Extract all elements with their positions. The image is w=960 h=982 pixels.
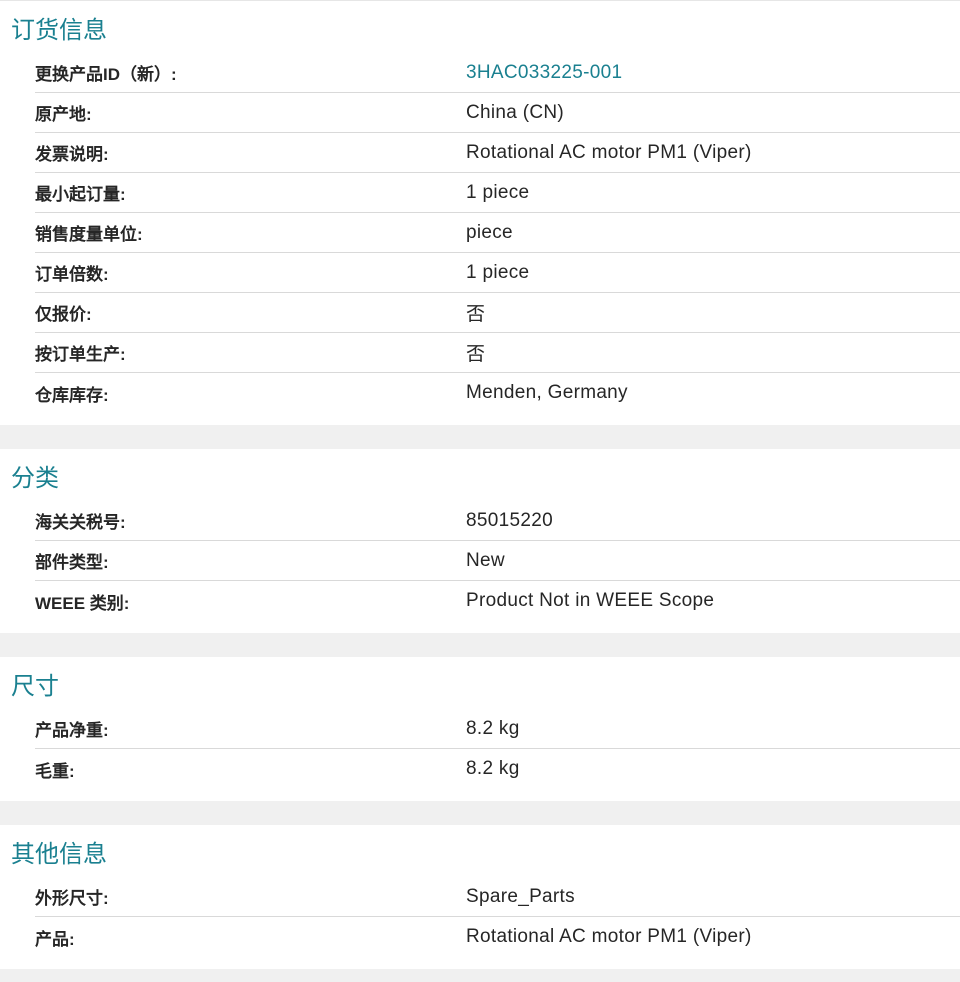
row-label: 按订单生产: [35, 345, 126, 364]
section-other-info: 其他信息 外形尺寸: Spare_Parts 产品: Rotational AC… [0, 825, 960, 969]
section-title: 分类 [11, 465, 59, 492]
section-dimensions: 尺寸 产品净重: 8.2 kg 毛重: 8.2 kg [0, 657, 960, 801]
replacement-product-link[interactable]: 3HAC033225-001 [466, 62, 622, 84]
row-value: 8.2 kg [466, 717, 520, 739]
info-row-made-to-order: 按订单生产: 否 [35, 333, 960, 373]
row-label: 最小起订量: [35, 185, 126, 204]
info-list: 更换产品ID（新）: 3HAC033225-001 原产地: China (CN… [35, 53, 960, 425]
row-value: piece [466, 221, 513, 243]
row-label: 产品: [35, 929, 75, 949]
section-separator [0, 633, 960, 657]
info-list: 产品净重: 8.2 kg 毛重: 8.2 kg [35, 709, 960, 801]
row-value: 1 piece [466, 261, 530, 283]
info-row-form-factor: 外形尺寸: Spare_Parts [35, 877, 960, 917]
section-title: 尺寸 [11, 673, 59, 700]
row-value: Menden, Germany [466, 382, 628, 403]
section-separator [0, 425, 960, 449]
row-label: 海关关税号: [35, 513, 126, 532]
row-value: 1 piece [466, 181, 530, 203]
row-value: Product Not in WEEE Scope [466, 590, 715, 611]
info-list: 海关关税号: 85015220 部件类型: New WEEE 类别: Produ… [35, 501, 960, 633]
section-title: 其他信息 [11, 841, 107, 868]
row-value: China (CN) [466, 101, 565, 123]
section-separator [0, 801, 960, 825]
row-value: 否 [466, 304, 486, 325]
info-row-warehouse-stock: 仓库库存: Menden, Germany [35, 373, 960, 413]
info-row-sales-unit: 销售度量单位: piece [35, 213, 960, 253]
row-value: Spare_Parts [466, 885, 575, 907]
row-value: 85015220 [466, 509, 553, 531]
row-label: 原产地: [35, 105, 92, 124]
info-row-weee-category: WEEE 类别: Product Not in WEEE Scope [35, 581, 960, 621]
row-value: 否 [466, 344, 486, 365]
info-row-gross-weight: 毛重: 8.2 kg [35, 749, 960, 789]
info-list: 外形尺寸: Spare_Parts 产品: Rotational AC moto… [35, 877, 960, 969]
row-label: 更换产品ID（新）: [35, 65, 177, 84]
info-row-quote-only: 仅报价: 否 [35, 293, 960, 333]
info-row-minimum-order: 最小起订量: 1 piece [35, 173, 960, 213]
section-title: 订货信息 [11, 17, 107, 44]
row-label: WEEE 类别: [35, 593, 130, 613]
row-value: 8.2 kg [466, 758, 520, 779]
info-row-customs-tariff: 海关关税号: 85015220 [35, 501, 960, 541]
info-row-net-weight: 产品净重: 8.2 kg [35, 709, 960, 749]
row-label: 仓库库存: [35, 385, 109, 405]
product-details-page: 订货信息 更换产品ID（新）: 3HAC033225-001 原产地: Chin… [0, 0, 960, 982]
info-row-product: 产品: Rotational AC motor PM1 (Viper) [35, 917, 960, 957]
row-label: 产品净重: [35, 721, 109, 740]
section-ordering-info: 订货信息 更换产品ID（新）: 3HAC033225-001 原产地: Chin… [0, 1, 960, 425]
row-label: 仅报价: [35, 305, 92, 324]
row-value: New [466, 549, 505, 571]
row-value: Rotational AC motor PM1 (Viper) [466, 141, 752, 163]
section-classification: 分类 海关关税号: 85015220 部件类型: New WEEE 类别: Pr… [0, 449, 960, 633]
info-row-order-multiple: 订单倍数: 1 piece [35, 253, 960, 293]
row-label: 发票说明: [35, 145, 109, 164]
row-label: 销售度量单位: [35, 225, 143, 244]
info-row-replacement-id: 更换产品ID（新）: 3HAC033225-001 [35, 53, 960, 93]
row-value: Rotational AC motor PM1 (Viper) [466, 926, 752, 947]
row-label: 毛重: [35, 761, 75, 781]
info-row-part-type: 部件类型: New [35, 541, 960, 581]
row-label: 外形尺寸: [35, 889, 109, 908]
info-row-invoice-description: 发票说明: Rotational AC motor PM1 (Viper) [35, 133, 960, 173]
row-label: 订单倍数: [35, 265, 109, 284]
info-row-country-of-origin: 原产地: China (CN) [35, 93, 960, 133]
row-label: 部件类型: [35, 553, 109, 572]
